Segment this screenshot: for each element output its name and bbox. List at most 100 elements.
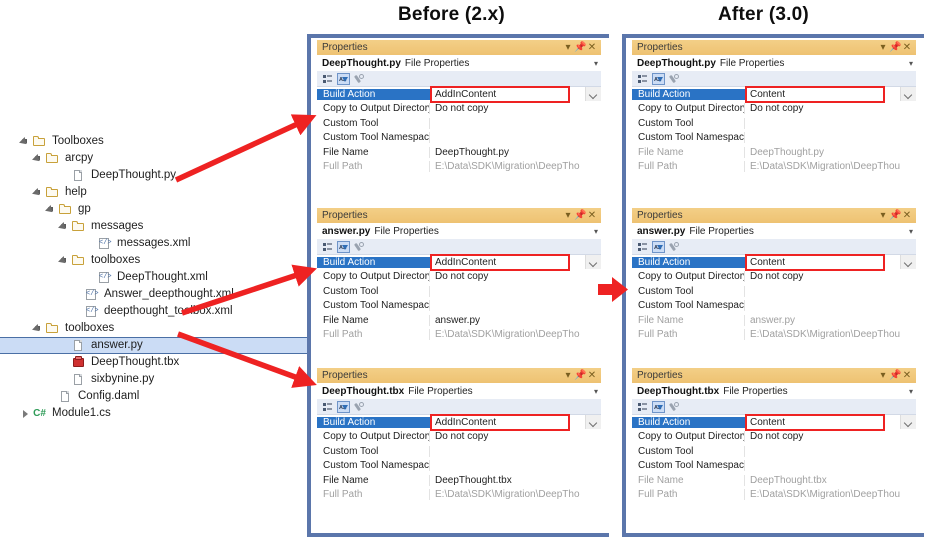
panel-object-bar[interactable]: DeepThought.py File Properties ▾	[632, 55, 916, 71]
tree-expander-open-icon[interactable]	[47, 204, 58, 215]
categorized-view-icon[interactable]	[636, 401, 649, 413]
panel-toolbar[interactable]	[632, 399, 916, 415]
pin-icon[interactable]: 📌	[574, 368, 586, 383]
tree-expander-closed-icon[interactable]	[21, 408, 32, 419]
property-row[interactable]: Custom Tool Namespace	[632, 299, 916, 314]
property-row[interactable]: Full Path E:\Data\SDK\Migration\DeepTho	[317, 328, 601, 343]
value-dropdown-icon[interactable]	[585, 87, 601, 102]
property-row[interactable]: Custom Tool Namespace	[632, 459, 916, 474]
property-value[interactable]: DeepThought.tbx	[745, 475, 916, 486]
tree-item[interactable]: gp	[0, 201, 283, 218]
property-value[interactable]: Content	[745, 257, 900, 268]
property-value[interactable]: answer.py	[430, 315, 601, 326]
categorized-view-icon[interactable]	[321, 401, 334, 413]
property-value[interactable]: E:\Data\SDK\Migration\DeepTho	[430, 161, 601, 172]
property-row[interactable]: File Name answer.py	[632, 313, 916, 328]
property-pages-icon[interactable]	[668, 401, 681, 413]
property-pages-icon[interactable]	[353, 241, 366, 253]
property-row[interactable]: Build Action AddInContent	[317, 255, 601, 270]
value-dropdown-icon[interactable]	[585, 255, 601, 270]
property-row[interactable]: Custom Tool	[317, 444, 601, 459]
property-value[interactable]: E:\Data\SDK\Migration\DeepTho	[430, 489, 601, 500]
property-value[interactable]: Do not copy	[430, 103, 601, 114]
chevron-down-icon[interactable]: ▾	[594, 59, 598, 68]
value-dropdown-icon[interactable]	[900, 255, 916, 270]
tree-expander-open-icon[interactable]	[21, 136, 32, 147]
property-pages-icon[interactable]	[668, 73, 681, 85]
pin-icon[interactable]: 📌	[889, 208, 901, 223]
properties-panel[interactable]: Properties ▾ 📌 ✕ DeepThought.tbx File Propert…	[317, 368, 601, 525]
tree-item[interactable]: messages.xml	[0, 235, 283, 252]
pin-icon[interactable]: 📌	[574, 40, 586, 55]
tree-item[interactable]: arcpy	[0, 150, 283, 167]
solution-explorer-tree[interactable]: Toolboxes arcpy DeepThought.py help gp messag…	[0, 133, 343, 419]
value-dropdown-icon[interactable]	[585, 415, 601, 430]
property-row[interactable]: Copy to Output Directory Do not copy	[317, 430, 601, 445]
close-icon[interactable]: ✕	[901, 368, 913, 383]
panel-object-bar[interactable]: DeepThought.py File Properties ▾	[317, 55, 601, 71]
tree-item[interactable]: C# Module1.cs	[0, 405, 283, 422]
property-value[interactable]: Do not copy	[745, 431, 916, 442]
property-value[interactable]: DeepThought.py	[430, 147, 601, 158]
property-row[interactable]: Full Path E:\Data\SDK\Migration\DeepThou	[632, 488, 916, 503]
categorized-view-icon[interactable]	[636, 73, 649, 85]
chevron-down-icon[interactable]: ▾	[562, 40, 574, 55]
chevron-down-icon[interactable]: ▾	[909, 227, 913, 236]
property-pages-icon[interactable]	[668, 241, 681, 253]
property-row[interactable]: Build Action Content	[632, 415, 916, 430]
property-row[interactable]: File Name DeepThought.tbx	[632, 473, 916, 488]
close-icon[interactable]: ✕	[586, 368, 598, 383]
properties-panel[interactable]: Properties ▾ 📌 ✕ DeepThought.py File Properti…	[632, 40, 916, 192]
alphabetical-sort-icon[interactable]	[652, 72, 665, 86]
property-row[interactable]: Custom Tool	[632, 284, 916, 299]
property-row[interactable]: File Name DeepThought.py	[632, 145, 916, 160]
alphabetical-sort-icon[interactable]	[652, 240, 665, 254]
property-row[interactable]: Build Action AddInContent	[317, 415, 601, 430]
tree-item[interactable]: deepthought_toolbox.xml	[0, 303, 283, 320]
panel-toolbar[interactable]	[317, 399, 601, 415]
property-value[interactable]: Do not copy	[745, 271, 916, 282]
chevron-down-icon[interactable]: ▾	[562, 368, 574, 383]
property-value[interactable]: E:\Data\SDK\Migration\DeepThou	[745, 489, 916, 500]
property-row[interactable]: Custom Tool Namespace	[317, 131, 601, 146]
property-row[interactable]: Copy to Output Directory Do not copy	[632, 102, 916, 117]
tree-item[interactable]: toolboxes	[0, 252, 283, 269]
value-dropdown-icon[interactable]	[900, 87, 916, 102]
close-icon[interactable]: ✕	[586, 208, 598, 223]
panel-toolbar[interactable]	[317, 71, 601, 87]
property-value[interactable]: E:\Data\SDK\Migration\DeepThou	[745, 329, 916, 340]
tree-item[interactable]: sixbynine.py	[0, 371, 283, 388]
tree-item[interactable]: DeepThought.tbx	[0, 354, 283, 371]
property-row[interactable]: Build Action Content	[632, 255, 916, 270]
pin-icon[interactable]: 📌	[889, 368, 901, 383]
chevron-down-icon[interactable]: ▾	[594, 387, 598, 396]
property-value[interactable]: AddInContent	[430, 257, 585, 268]
properties-panel[interactable]: Properties▾📌✕answer.pyFile Properties▾Bu…	[632, 208, 916, 360]
property-value[interactable]: Content	[745, 89, 900, 100]
property-row[interactable]: Copy to Output Directory Do not copy	[317, 270, 601, 285]
pin-icon[interactable]: 📌	[889, 40, 901, 55]
property-value[interactable]: AddInContent	[430, 89, 585, 100]
tree-item[interactable]: messages	[0, 218, 283, 235]
tree-item[interactable]: DeepThought.xml	[0, 269, 283, 286]
chevron-down-icon[interactable]: ▾	[594, 227, 598, 236]
property-row[interactable]: Custom Tool	[317, 284, 601, 299]
property-value[interactable]: Do not copy	[430, 271, 601, 282]
property-row[interactable]: Full Path E:\Data\SDK\Migration\DeepTho	[317, 488, 601, 503]
property-row[interactable]: Full Path E:\Data\SDK\Migration\DeepThou	[632, 328, 916, 343]
property-row[interactable]: File Name DeepThought.py	[317, 145, 601, 160]
close-icon[interactable]: ✕	[586, 40, 598, 55]
panel-object-bar[interactable]: DeepThought.tbx File Properties ▾	[317, 383, 601, 399]
property-row[interactable]: Full Path E:\Data\SDK\Migration\DeepTho	[317, 160, 601, 175]
tree-item[interactable]: DeepThought.py	[0, 167, 283, 184]
tree-item[interactable]: help	[0, 184, 283, 201]
property-row[interactable]: File Name answer.py	[317, 313, 601, 328]
property-row[interactable]: Full Path E:\Data\SDK\Migration\DeepThou	[632, 160, 916, 175]
categorized-view-icon[interactable]	[321, 73, 334, 85]
panel-object-bar[interactable]: DeepThought.tbx File Properties ▾	[632, 383, 916, 399]
value-dropdown-icon[interactable]	[900, 415, 916, 430]
tree-item[interactable]: toolboxes	[0, 320, 283, 337]
chevron-down-icon[interactable]: ▾	[562, 208, 574, 223]
chevron-down-icon[interactable]: ▾	[909, 387, 913, 396]
property-value[interactable]: DeepThought.py	[745, 147, 916, 158]
